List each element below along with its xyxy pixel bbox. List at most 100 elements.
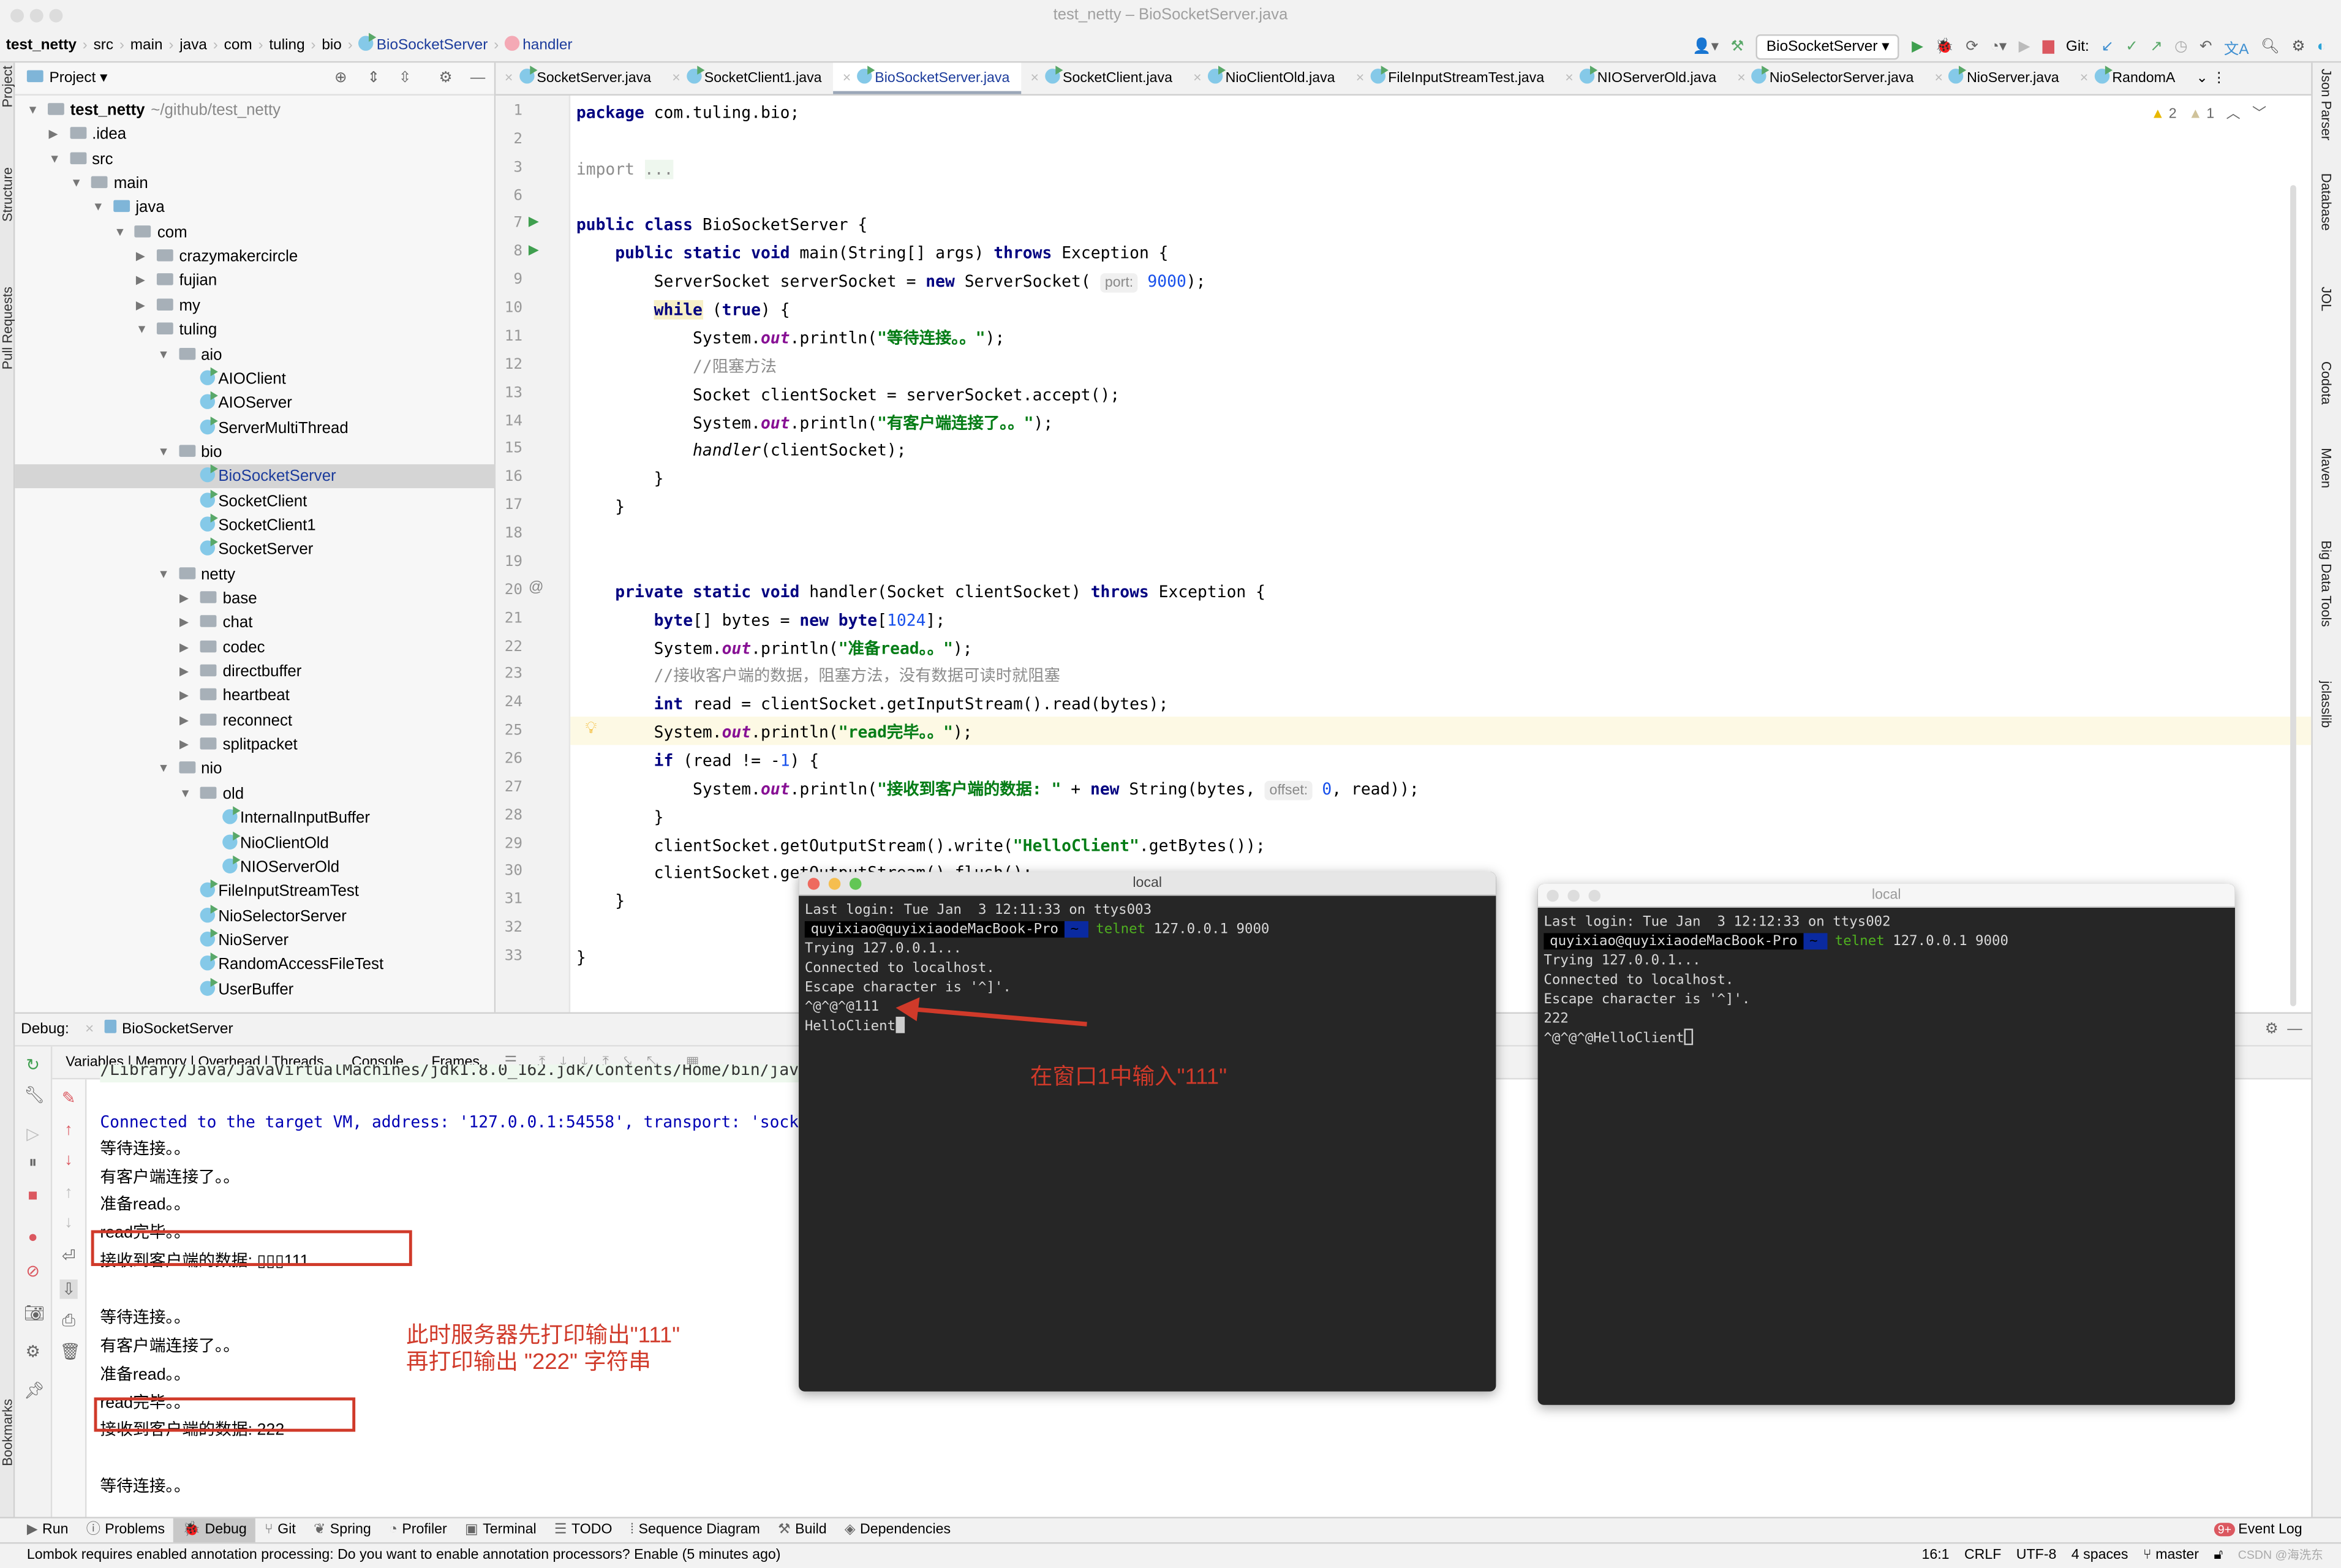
chevron-right-icon[interactable]: ▶ xyxy=(179,611,189,635)
line-separator[interactable]: CRLF xyxy=(1964,1544,2001,1567)
json-parser-tool-button[interactable]: Json Parser xyxy=(2318,69,2333,140)
user-icon[interactable]: 👤▾ xyxy=(1692,38,1719,55)
tree-item[interactable]: ▼ nio xyxy=(15,758,496,782)
breadcrumb-item[interactable]: main xyxy=(127,30,166,63)
tree-item[interactable]: SocketClient1 xyxy=(15,513,496,537)
trash-icon[interactable]: 🗑︎ xyxy=(60,1342,81,1362)
next-occurrence-icon[interactable]: ↓ xyxy=(60,1214,78,1232)
coverage-icon[interactable]: ⟳ xyxy=(1966,38,1978,55)
chevron-down-icon[interactable]: ▼ xyxy=(70,172,82,195)
build-hammer-icon[interactable]: ⚒ xyxy=(1730,38,1744,55)
pause-icon[interactable]: ⏸︎ xyxy=(24,1154,42,1174)
settings-gear-icon[interactable]: ⚙ xyxy=(2292,38,2305,55)
lock-icon[interactable]: 🔓︎ xyxy=(2214,1544,2223,1567)
down-stack-icon[interactable]: ↓ xyxy=(60,1151,78,1169)
close-terminal-button[interactable] xyxy=(1547,889,1559,902)
zoom-terminal-button[interactable] xyxy=(1588,889,1600,902)
chevron-down-icon[interactable]: ▼ xyxy=(136,318,148,342)
close-terminal-button[interactable] xyxy=(807,878,820,890)
breadcrumb-item[interactable]: tuling xyxy=(266,30,308,63)
structure-tool-button[interactable]: Structure xyxy=(0,167,15,222)
breadcrumb-item[interactable]: bio xyxy=(319,30,344,63)
translate-icon[interactable]: 文A xyxy=(2224,35,2249,58)
jol-tool-button[interactable]: JOL xyxy=(2318,287,2333,311)
close-tab-icon[interactable]: × xyxy=(2080,70,2089,87)
tree-item[interactable]: NioClientOld xyxy=(15,831,496,854)
tool-window-run[interactable]: ▶ Run xyxy=(18,1518,77,1542)
stop-icon[interactable] xyxy=(2041,39,2054,53)
options-gear-icon[interactable]: ⚙ xyxy=(439,62,453,96)
chevron-right-icon[interactable]: ▶ xyxy=(136,245,145,269)
chevron-right-icon[interactable]: ▶ xyxy=(48,123,58,147)
tool-window-todo[interactable]: ☰ TODO xyxy=(545,1518,621,1542)
breadcrumb-item[interactable]: src xyxy=(91,30,116,63)
tree-item[interactable]: ▶ fujian xyxy=(15,270,496,293)
tree-item[interactable]: RandomAccessFileTest xyxy=(15,952,496,977)
chevron-down-icon[interactable]: ▼ xyxy=(179,782,191,806)
tool-window-git[interactable]: ⑂ Git xyxy=(255,1518,304,1542)
prev-occurrence-icon[interactable]: ↑ xyxy=(60,1184,78,1202)
tree-item[interactable]: NioSelectorServer xyxy=(15,904,496,928)
tree-item[interactable]: ▶ directbuffer xyxy=(15,660,496,684)
tab-nioserverold-java[interactable]: × NIOServerOld.java xyxy=(1556,62,1728,94)
chevron-down-icon[interactable]: ▼ xyxy=(157,562,169,586)
clear-icon[interactable]: ✎ xyxy=(60,1088,78,1107)
tabs-overflow-icon[interactable]: ⌄ ⋮ xyxy=(2187,62,2238,94)
chevron-right-icon[interactable]: ▶ xyxy=(179,660,189,684)
project-tool-button[interactable]: Project xyxy=(0,66,15,107)
tree-item[interactable]: ▶ .idea xyxy=(15,123,496,147)
rerun-icon[interactable]: ↻ xyxy=(24,1055,42,1075)
tree-item[interactable]: NIOServerOld xyxy=(15,855,496,879)
chevron-right-icon[interactable]: ▶ xyxy=(179,709,189,733)
tree-item[interactable]: ▼ old xyxy=(15,782,496,806)
tree-item[interactable]: ▼ netty xyxy=(15,562,496,586)
mute-breakpoints-icon[interactable]: ⊘ xyxy=(24,1262,42,1281)
chevron-down-icon[interactable]: ▼ xyxy=(92,196,104,220)
tree-item[interactable]: InternalInputBuffer xyxy=(15,806,496,831)
chevron-down-icon[interactable]: ▼ xyxy=(114,221,126,244)
profile-icon[interactable]: ◔▾ xyxy=(1990,38,2007,55)
pull-requests-tool-button[interactable]: Pull Requests xyxy=(0,287,15,369)
close-tab-icon[interactable]: × xyxy=(1030,70,1039,87)
chevron-down-icon[interactable]: ▼ xyxy=(27,99,39,123)
debug-settings-icon[interactable]: ⚙ xyxy=(2265,1014,2279,1047)
override-gutter-icon[interactable]: @ xyxy=(529,579,544,596)
tab-nioclientold-java[interactable]: × NioClientOld.java xyxy=(1184,62,1347,94)
project-view-select[interactable]: Project xyxy=(49,70,96,87)
expand-all-icon[interactable]: ⇕ xyxy=(368,62,380,96)
git-push-icon[interactable]: ↗ xyxy=(2150,38,2162,55)
status-message[interactable]: Lombok requires enabled annotation proce… xyxy=(27,1544,781,1567)
search-icon[interactable]: 🔍︎ xyxy=(2261,38,2280,55)
tree-item[interactable]: ServerMultiThread xyxy=(15,415,496,440)
collapse-all-icon[interactable]: ⇳ xyxy=(399,62,411,96)
jclasslib-tool-button[interactable]: jclasslib xyxy=(2318,681,2333,728)
chevron-down-icon[interactable]: ▼ xyxy=(157,440,169,464)
tool-window-sequence-diagram[interactable]: ⁞ Sequence Diagram xyxy=(621,1518,769,1542)
history-icon[interactable]: ◷ xyxy=(2174,38,2187,55)
tab-randoma[interactable]: × RandomA xyxy=(2071,62,2187,94)
tree-item[interactable]: ▼ test_netty ~/github/test_netty xyxy=(15,99,496,123)
close-tab-icon[interactable]: × xyxy=(1737,70,1746,87)
tree-item[interactable]: ▼ main xyxy=(15,172,496,195)
breadcrumb-item[interactable]: BioSocketServer xyxy=(356,30,491,63)
snapshot-icon[interactable]: 📷︎ xyxy=(24,1303,45,1322)
minimize-window-button[interactable] xyxy=(29,9,43,23)
tab-biosocketserver-java[interactable]: × BioSocketServer.java xyxy=(834,62,1022,94)
tree-item[interactable]: ▶ base xyxy=(15,587,496,611)
stop-debug-icon[interactable]: ■ xyxy=(24,1187,42,1205)
tree-item[interactable]: NioServer xyxy=(15,928,496,952)
database-tool-button[interactable]: Database xyxy=(2318,173,2333,231)
run-icon[interactable]: ▶ xyxy=(1912,38,1923,55)
resume-icon[interactable]: ▶ xyxy=(2019,38,2030,55)
tree-item[interactable]: ▶ codec xyxy=(15,636,496,660)
close-tab-icon[interactable]: × xyxy=(843,70,851,87)
tree-item[interactable]: ▶ my xyxy=(15,294,496,318)
terminal-window-2[interactable]: local Last login: Tue Jan 3 12:12:33 on … xyxy=(1537,884,2235,1405)
close-tab-icon[interactable]: × xyxy=(1565,70,1574,87)
editor-scrollbar[interactable] xyxy=(2290,185,2296,1006)
tree-item[interactable]: ▶ crazymakercircle xyxy=(15,245,496,269)
up-stack-icon[interactable]: ↑ xyxy=(60,1121,78,1139)
chevron-right-icon[interactable]: ▶ xyxy=(179,684,189,708)
big-data-tools-button[interactable]: Big Data Tools xyxy=(2318,540,2333,627)
hide-debug-icon[interactable]: — xyxy=(2287,1014,2302,1047)
